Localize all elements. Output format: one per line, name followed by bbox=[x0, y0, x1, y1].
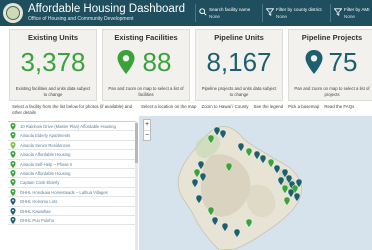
map-pin-icon bbox=[10, 169, 16, 177]
pick-basemap-link[interactable]: Pick a basemap bbox=[288, 104, 319, 109]
facility-name: DHHL Honokaia Homesteads – Lalhua Villag… bbox=[20, 189, 108, 195]
facility-list: 10 Rainbow Drive (Master Plan) Affordabl… bbox=[8, 121, 135, 250]
map-pin-icon bbox=[10, 188, 16, 196]
scroll-thumb[interactable] bbox=[135, 123, 138, 163]
list-item[interactable]: Ainaola Senior Residences bbox=[8, 141, 135, 151]
facility-name: Ainaola Affordable Housing bbox=[20, 152, 71, 158]
list-item[interactable]: Ainaola Affordable Housing bbox=[8, 169, 135, 179]
zoom-in-button[interactable]: + bbox=[144, 120, 150, 130]
list-item[interactable]: DHHL Kawaihae bbox=[8, 207, 135, 216]
map-pin-icon bbox=[10, 216, 16, 224]
app-title: Affordable Housing Dashboard bbox=[28, 3, 186, 15]
ami-filter[interactable]: Filter by AMI None bbox=[330, 4, 372, 22]
facility-search-filter[interactable]: Search facility name None bbox=[195, 4, 255, 22]
app-subtitle: Office of Housing and Community Developm… bbox=[28, 16, 134, 22]
filter-value: None bbox=[344, 14, 355, 19]
list-item[interactable]: Captain Cook Elderly bbox=[8, 178, 135, 188]
list-item[interactable]: DHHL Puu Pulehu bbox=[8, 216, 135, 226]
card-title: Existing Units bbox=[27, 33, 78, 42]
filter-label: Filter by county district bbox=[276, 7, 322, 12]
facility-name: Ainaola Affordable Housing bbox=[20, 170, 71, 176]
map-toolbar: Select a location on the map Zoom to Haw… bbox=[141, 104, 354, 109]
existing-units-card: Existing Units 3,378 Existing facilities… bbox=[9, 29, 97, 101]
card-title: Pipeline Projects bbox=[301, 33, 363, 42]
facility-name: DHHL Kawaihae bbox=[20, 208, 51, 214]
facility-name: Ainaola Self-Help – Phase II bbox=[20, 161, 73, 167]
pipeline-units-value: 8,167 bbox=[206, 47, 272, 77]
filter-label: Search facility name bbox=[209, 7, 251, 12]
map-pin-icon bbox=[10, 198, 16, 206]
map-view[interactable]: + − bbox=[139, 116, 372, 250]
zoom-control: + − bbox=[143, 119, 151, 141]
see-legend-link[interactable]: See the legend bbox=[254, 104, 284, 109]
list-instruction: Select a facility from the list below fo… bbox=[12, 104, 133, 115]
list-item[interactable]: DHHL Honomu Lots bbox=[8, 197, 135, 207]
county-district-filter[interactable]: Filter by county district None bbox=[262, 4, 324, 22]
facility-name: Captain Cook Elderly bbox=[20, 180, 60, 186]
read-faqs-link[interactable]: Read the FAQs bbox=[324, 104, 354, 109]
map-pin-icon bbox=[10, 123, 16, 130]
list-item[interactable]: Ainaola Self-Help – Phase II bbox=[8, 160, 135, 169]
pipeline-projects-card: Pipeline Projects 75 Pan and zoom on map… bbox=[288, 29, 372, 101]
card-description: Pan and zoom on map to select a list of … bbox=[294, 86, 370, 97]
map-pin-icon bbox=[10, 151, 16, 159]
map-pin-icon bbox=[10, 207, 16, 215]
existing-units-value: 3,378 bbox=[20, 47, 86, 77]
existing-facilities-card: Existing Facilities 88 Pan and zoom on m… bbox=[102, 29, 190, 101]
list-scrollbar[interactable] bbox=[135, 121, 138, 250]
app-header: Affordable Housing Dashboard Office of H… bbox=[0, 0, 372, 26]
map-pin-icon bbox=[10, 160, 16, 168]
facility-name: DHHL Puu Pulehu bbox=[20, 217, 55, 223]
county-seal-logo bbox=[3, 3, 23, 23]
card-description: Pipeline projects and units data subject… bbox=[201, 86, 277, 97]
card-description: Pan and zoom on map to select a list of … bbox=[108, 86, 184, 97]
filter-icon bbox=[334, 8, 342, 16]
list-item[interactable]: Ainaola Affordable Housing bbox=[8, 150, 135, 160]
map-pin-icon bbox=[10, 179, 16, 187]
map-pin-icon bbox=[10, 141, 16, 149]
pipeline-units-card: Pipeline Units 8,167 Pipeline projects a… bbox=[195, 29, 283, 101]
select-location-link[interactable]: Select a location on the map bbox=[141, 104, 196, 109]
facility-name: Ainaola Elderly Apartments bbox=[20, 133, 71, 139]
map-pin-icon bbox=[10, 132, 16, 140]
filter-icon bbox=[266, 8, 274, 16]
filter-value: None bbox=[209, 14, 220, 19]
filter-label: Filter by AMI bbox=[344, 7, 370, 12]
list-item[interactable]: Ainaola Elderly Apartments bbox=[8, 131, 135, 141]
filter-value: None bbox=[276, 14, 287, 19]
existing-facilities-value: 88 bbox=[142, 47, 172, 77]
facility-name: Ainaola Senior Residences bbox=[20, 142, 71, 148]
card-description: Existing facilities and units data subje… bbox=[15, 86, 91, 97]
card-title: Pipeline Units bbox=[214, 33, 264, 42]
zoom-out-button[interactable]: − bbox=[144, 130, 150, 140]
list-item[interactable]: 10 Rainbow Drive (Master Plan) Affordabl… bbox=[8, 122, 135, 132]
zoom-to-county-link[interactable]: Zoom to Hawai`i County bbox=[201, 104, 248, 109]
island-map[interactable] bbox=[139, 116, 372, 250]
pipeline-projects-value: 75 bbox=[328, 47, 358, 77]
facility-name: DHHL Honomu Lots bbox=[20, 199, 58, 205]
facility-name: 10 Rainbow Drive (Master Plan) Affordabl… bbox=[20, 124, 116, 129]
list-item[interactable]: DHHL Honokaia Homesteads – Lalhua Villag… bbox=[8, 188, 135, 198]
card-title: Existing Facilities bbox=[114, 33, 178, 42]
search-icon bbox=[199, 8, 207, 16]
